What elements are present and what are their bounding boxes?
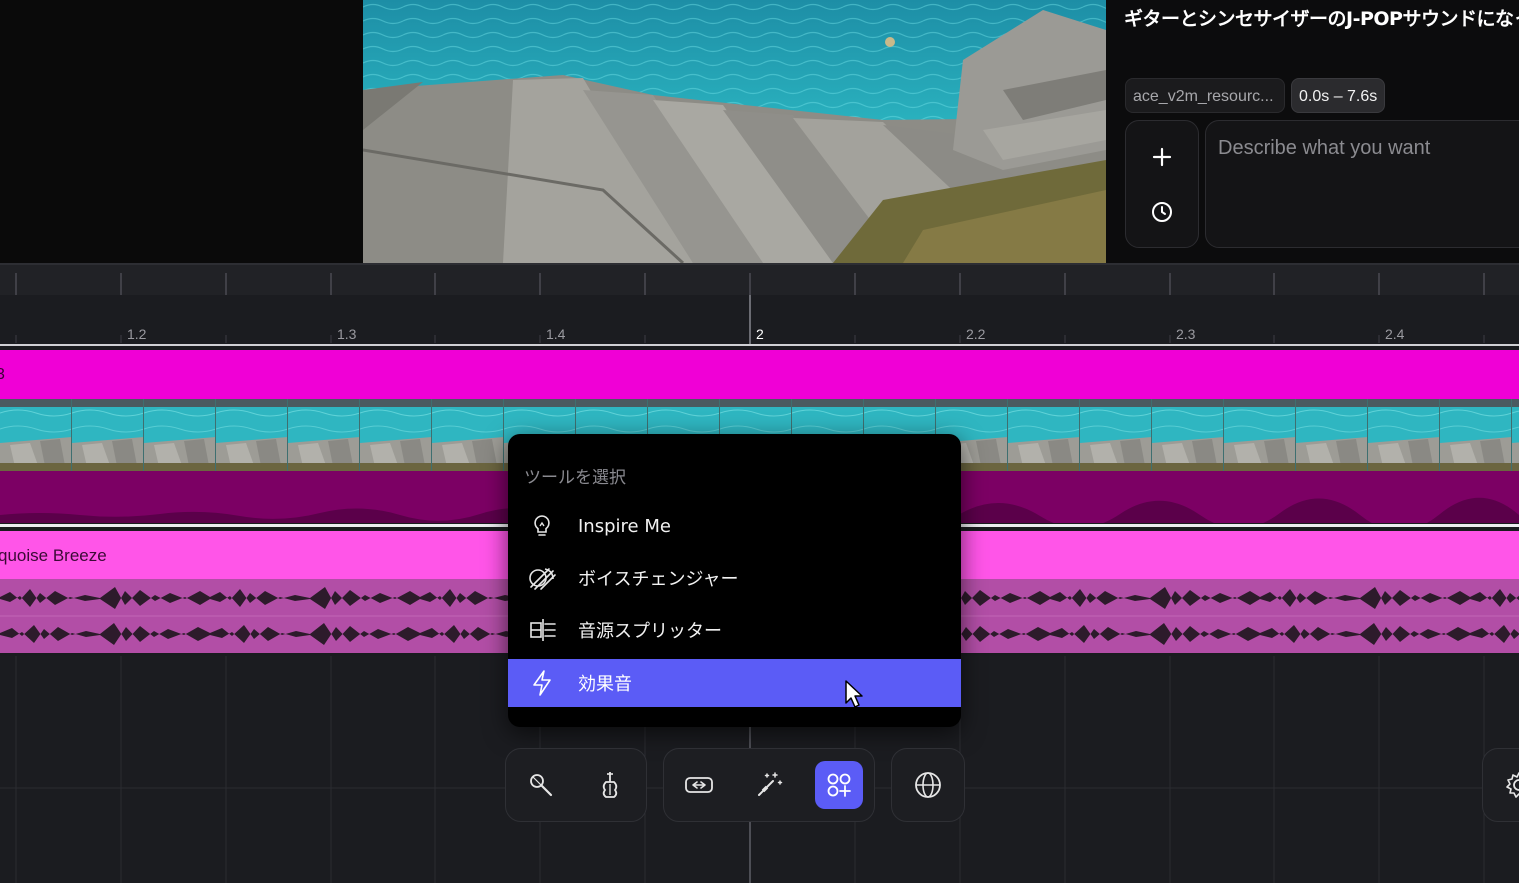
ruler-top-strip[interactable] <box>0 263 1519 295</box>
ruler-label: 1.3 <box>337 326 357 342</box>
menu-item-source-splitter[interactable]: 音源スプリッター <box>508 606 961 654</box>
splitter-icon <box>530 619 556 641</box>
swap-button[interactable] <box>675 761 723 809</box>
ruler-label: 2.4 <box>1385 326 1405 342</box>
toolbar-group-tools <box>663 748 875 822</box>
instrument-button[interactable] <box>586 761 634 809</box>
toolbar-group-record <box>505 748 647 822</box>
toolbar-group-settings <box>1482 748 1519 822</box>
prompt-text: ギターとシンセサイザーのJ-POPサウンドになっていま <box>1124 8 1519 30</box>
resource-chip[interactable]: ace_v2m_resourc... <box>1125 78 1285 113</box>
menu-item-label: ボイスチェンジャー <box>578 569 739 590</box>
ruler-label: 1.2 <box>127 326 147 342</box>
plus-icon <box>1152 147 1172 167</box>
tool-select-menu: ツールを選択 Inspire Me ボイスチェンジャー 音源スプリッター 効果音 <box>508 434 961 727</box>
video-clip-header[interactable]: 3 <box>0 350 1519 399</box>
menu-item-sound-effects[interactable]: 効果音 <box>508 659 961 707</box>
settings-button[interactable] <box>1495 761 1519 809</box>
describe-input[interactable] <box>1218 137 1519 231</box>
menu-item-voice-changer[interactable]: ボイスチェンジャー <box>508 554 961 602</box>
toolbar-group-language <box>891 748 965 822</box>
video-preview[interactable] <box>363 0 1106 263</box>
time-range-chip[interactable]: 0.0s – 7.6s <box>1291 78 1386 113</box>
prompt-actions <box>1125 120 1199 248</box>
ruler-divider <box>0 344 1519 346</box>
swap-icon <box>685 777 713 793</box>
ruler-major-ticks <box>15 273 1485 295</box>
voice-changer-icon <box>529 568 556 590</box>
apps-add-button[interactable] <box>815 761 863 809</box>
microphone-button[interactable] <box>517 761 565 809</box>
magic-wand-button[interactable] <box>745 761 793 809</box>
ruler-label: 2.2 <box>966 326 986 342</box>
video-clip-label: 3 <box>0 366 5 383</box>
mouse-cursor-icon <box>845 680 863 708</box>
add-button[interactable] <box>1126 132 1198 182</box>
lightbulb-icon <box>534 515 550 536</box>
lightning-icon <box>533 670 551 696</box>
apps-add-icon <box>827 773 851 797</box>
timeline-ruler[interactable]: 1.2 1.3 1.4 2 2.2 2.3 2.4 <box>0 295 1519 345</box>
microphone-icon <box>530 774 553 797</box>
magic-wand-icon <box>758 772 783 796</box>
ruler-label: 1.4 <box>546 326 566 342</box>
violin-icon <box>602 772 618 798</box>
gear-icon <box>1506 772 1519 798</box>
preview-image <box>363 0 1106 263</box>
generation-panel: ギターとシンセサイザーのJ-POPサウンドになっていま ace_v2m_reso… <box>1106 0 1519 263</box>
menu-item-label: 効果音 <box>578 674 632 695</box>
history-button[interactable] <box>1126 187 1198 237</box>
clock-icon <box>1152 202 1172 222</box>
editor-window: ギターとシンセサイザーのJ-POPサウンドになっていま ace_v2m_reso… <box>0 0 1519 883</box>
music-clip-label: quoise Breeze <box>0 546 107 565</box>
globe-icon <box>915 772 941 798</box>
menu-item-inspire-me[interactable]: Inspire Me <box>508 502 961 550</box>
menu-item-label: Inspire Me <box>578 515 671 537</box>
menu-title: ツールを選択 <box>524 468 626 488</box>
describe-box <box>1205 120 1519 248</box>
language-button[interactable] <box>904 761 952 809</box>
left-panel <box>0 0 363 263</box>
ruler-label: 2.3 <box>1176 326 1196 342</box>
ruler-label: 2 <box>756 326 764 342</box>
menu-item-label: 音源スプリッター <box>578 621 722 642</box>
